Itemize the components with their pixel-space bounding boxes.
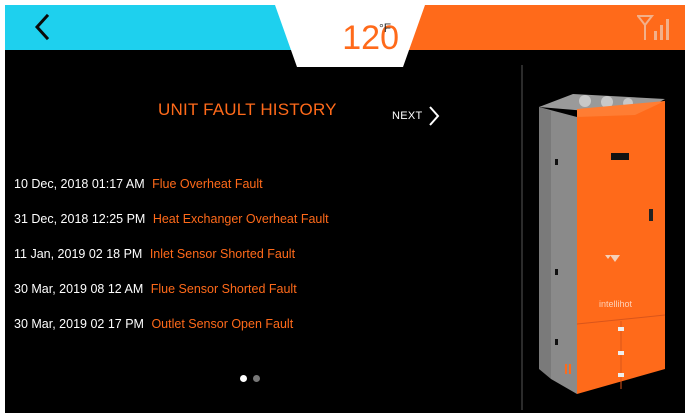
fault-row: 11 Jan, 2019 02 18 PM Inlet Sensor Short… — [14, 245, 295, 263]
water-heater-unit-image: intellihot — [525, 89, 675, 404]
vertical-divider — [521, 65, 523, 410]
fault-description: Flue Overheat Fault — [152, 177, 263, 191]
chevron-right-icon — [428, 106, 439, 126]
chevron-left-icon — [34, 13, 50, 41]
screen: 120 °F UNIT FAULT HISTORY NEXT 10 Dec, 2… — [5, 5, 685, 413]
signal-strength-icon — [635, 13, 671, 43]
temperature-unit: °F — [379, 21, 392, 35]
fault-description: Inlet Sensor Shorted Fault — [149, 247, 296, 261]
page-title: UNIT FAULT HISTORY — [158, 100, 337, 119]
fault-date: 30 Mar, 2019 08 12 AM — [14, 282, 144, 296]
fault-description: Flue Sensor Shorted Fault — [150, 282, 297, 296]
next-label: NEXT — [392, 110, 423, 122]
page-dot-active[interactable] — [240, 375, 247, 382]
page-indicator — [240, 375, 260, 382]
fault-row: 30 Mar, 2019 02 17 PM Outlet Sensor Open… — [14, 315, 293, 333]
temperature-badge: 120 °F — [275, 5, 425, 69]
fault-date: 31 Dec, 2018 12:25 PM — [14, 212, 146, 226]
back-button[interactable] — [27, 11, 59, 43]
fault-row: 31 Dec, 2018 12:25 PM Heat Exchanger Ove… — [14, 210, 329, 228]
top-bar: 120 °F — [5, 5, 685, 67]
fault-date: 30 Mar, 2019 02 17 PM — [14, 317, 144, 331]
fault-row: 10 Dec, 2018 01:17 AM Flue Overheat Faul… — [14, 175, 263, 193]
fault-date: 10 Dec, 2018 01:17 AM — [14, 177, 145, 191]
fault-description: Heat Exchanger Overheat Fault — [152, 212, 329, 226]
fault-date: 11 Jan, 2019 02 18 PM — [14, 247, 143, 261]
page-dot[interactable] — [253, 375, 260, 382]
fault-row: 30 Mar, 2019 08 12 AM Flue Sensor Shorte… — [14, 280, 297, 298]
next-button[interactable]: NEXT — [392, 105, 441, 127]
brand-logo: intellihot — [599, 299, 633, 309]
fault-description: Outlet Sensor Open Fault — [151, 317, 294, 331]
